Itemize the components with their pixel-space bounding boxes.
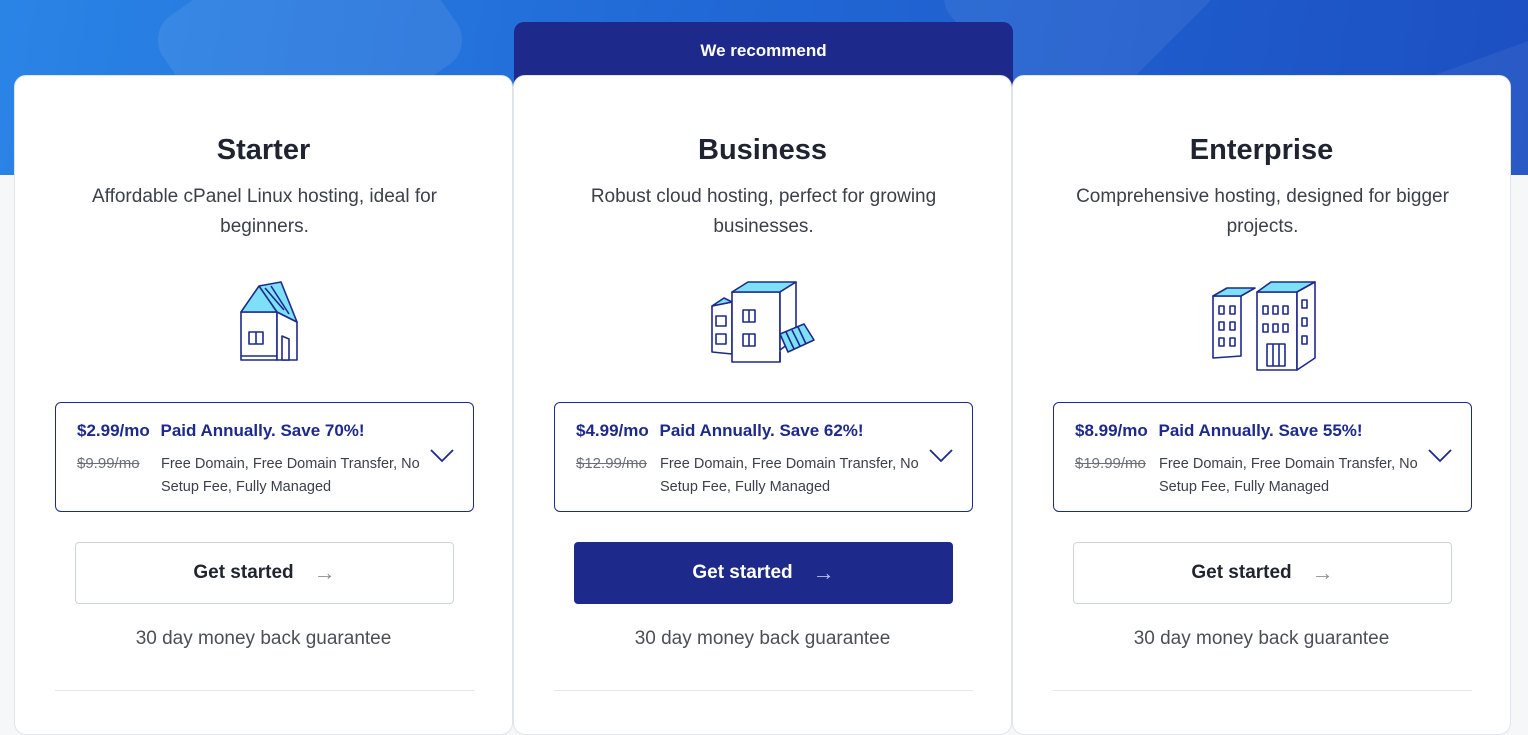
get-started-button[interactable]: Get started → xyxy=(1073,542,1452,604)
guarantee-text: 30 day money back guarantee xyxy=(634,628,891,649)
plan-title: Business xyxy=(698,134,827,166)
price-line: $4.99/mo Paid Annually. Save 62%! xyxy=(576,421,864,441)
shop-building-icon xyxy=(711,281,815,363)
plan-description: Affordable cPanel Linux hosting, ideal f… xyxy=(91,186,438,237)
plan-card-business: Business Robust cloud hosting, perfect f… xyxy=(513,75,1012,735)
chevron-down-icon[interactable] xyxy=(928,445,954,465)
arrow-right-icon: → xyxy=(812,560,835,585)
divider xyxy=(1053,690,1472,691)
cta-label: Get started xyxy=(1191,562,1292,583)
plan-description: Comprehensive hosting, designed for bigg… xyxy=(1076,186,1449,237)
plan-card-enterprise: Enterprise Comprehensive hosting, design… xyxy=(1012,75,1511,735)
old-price: $12.99/mo xyxy=(576,455,647,472)
cta-label: Get started xyxy=(193,562,294,583)
plan-description: Robust cloud hosting, perfect for growin… xyxy=(590,186,937,237)
get-started-button[interactable]: Get started → xyxy=(75,542,454,604)
divider xyxy=(554,690,973,691)
arrow-right-icon: → xyxy=(313,560,336,585)
features-text: Free Domain, Free Domain Transfer, No Se… xyxy=(161,456,420,495)
price: $4.99/mo xyxy=(576,421,649,440)
guarantee-text: 30 day money back guarantee xyxy=(1133,628,1390,649)
price-line: $2.99/mo Paid Annually. Save 70%! xyxy=(77,421,365,441)
features-text: Free Domain, Free Domain Transfer, No Se… xyxy=(1159,456,1418,495)
pricing-term-selector[interactable]: $2.99/mo Paid Annually. Save 70%! $9.99/… xyxy=(55,402,474,512)
arrow-right-icon: → xyxy=(1311,560,1334,585)
divider xyxy=(55,690,474,691)
plan-title: Starter xyxy=(216,134,311,166)
billing-note: Paid Annually. Save 62%! xyxy=(659,421,864,440)
chevron-down-icon[interactable] xyxy=(1427,445,1453,465)
pricing-term-selector[interactable]: $8.99/mo Paid Annually. Save 55%! $19.99… xyxy=(1053,402,1472,512)
house-icon xyxy=(240,281,298,361)
pricing-term-selector[interactable]: $4.99/mo Paid Annually. Save 62%! $12.99… xyxy=(554,402,973,512)
old-price: $19.99/mo xyxy=(1075,455,1146,472)
price: $2.99/mo xyxy=(77,421,150,440)
price-line: $8.99/mo Paid Annually. Save 55%! xyxy=(1075,421,1363,441)
old-price: $9.99/mo xyxy=(77,455,140,472)
get-started-button[interactable]: Get started → xyxy=(574,542,953,604)
chevron-down-icon[interactable] xyxy=(429,445,455,465)
office-buildings-icon xyxy=(1212,281,1316,371)
billing-note: Paid Annually. Save 70%! xyxy=(160,421,365,440)
cta-label: Get started xyxy=(692,562,793,583)
price: $8.99/mo xyxy=(1075,421,1148,440)
billing-note: Paid Annually. Save 55%! xyxy=(1158,421,1363,440)
plan-card-starter: Starter Affordable cPanel Linux hosting,… xyxy=(14,75,513,735)
features-text: Free Domain, Free Domain Transfer, No Se… xyxy=(660,456,919,495)
plan-title: Enterprise xyxy=(1189,134,1334,166)
guarantee-text: 30 day money back guarantee xyxy=(135,628,392,649)
